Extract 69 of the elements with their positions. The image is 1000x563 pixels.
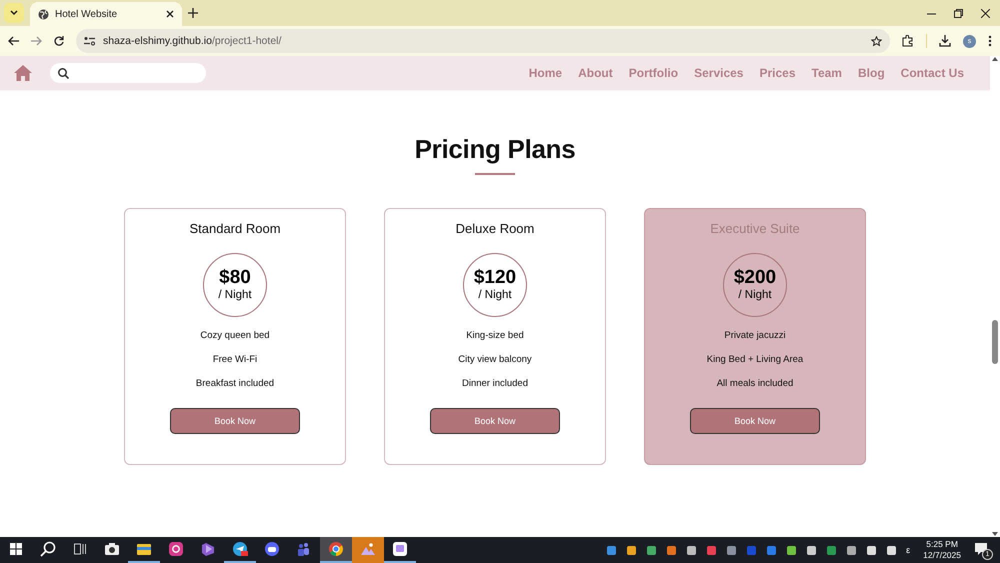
section-title: Pricing Plans (414, 134, 576, 165)
feature-text: Dinner included (462, 377, 528, 391)
camera-icon (104, 541, 120, 557)
search-icon[interactable] (58, 68, 69, 78)
book-now-button[interactable]: Book Now (170, 408, 300, 434)
windows-start-icon[interactable] (10, 543, 22, 555)
book-now-button[interactable]: Book Now (690, 408, 820, 434)
search-field[interactable] (50, 63, 206, 83)
clock-date: 12/7/2025 (923, 550, 961, 561)
star-icon[interactable] (871, 36, 882, 46)
feature-text: Cozy queen bed (200, 329, 270, 343)
tab-search-button[interactable] (4, 3, 24, 23)
folder-icon (136, 541, 152, 557)
clock-time: 5:25 PM (926, 539, 958, 550)
tab-title: Hotel Website (55, 8, 118, 20)
browser-tab[interactable]: Hotel Website (30, 2, 182, 26)
site-settings-icon[interactable] (84, 36, 95, 46)
chevron-down-icon (10, 10, 18, 16)
nav-link[interactable]: About (578, 66, 613, 80)
scrollbar-thumb[interactable] (992, 320, 998, 364)
feature-text: King-size bed (466, 329, 524, 343)
plan-name: Standard Room (189, 221, 281, 236)
mountain-icon (360, 541, 376, 557)
price: $80 (219, 268, 251, 288)
nav-link[interactable]: Home (528, 66, 562, 80)
book-now-button[interactable]: Book Now (430, 408, 560, 434)
price-period: / Night (218, 288, 252, 302)
nav-link[interactable]: Team (812, 66, 842, 80)
feature-text: All meals included (716, 377, 794, 391)
search-icon[interactable] (40, 541, 56, 557)
ribbon-icon (200, 541, 216, 557)
nav-link[interactable]: Prices (759, 66, 796, 80)
close-icon[interactable] (166, 10, 174, 18)
restore-icon[interactable] (954, 8, 963, 18)
back-arrow-icon[interactable] (8, 36, 19, 46)
forward-arrow-icon[interactable] (31, 36, 42, 46)
feature-text: King Bed + Living Area (706, 353, 804, 367)
plan-name: Executive Suite (710, 221, 800, 236)
address-bar[interactable]: shaza-elshimy.github.io/project1-hotel/ (76, 29, 890, 53)
price: $120 (474, 268, 516, 288)
nav-link[interactable]: Services (694, 66, 744, 80)
nav-link[interactable]: Portfolio (628, 66, 678, 80)
url-text: shaza-elshimy.github.io/project1-hotel/ (103, 35, 282, 47)
language-indicator[interactable]: ε (906, 545, 910, 555)
price-period: / Night (738, 288, 772, 302)
feature-text: City view balcony (458, 353, 532, 367)
plan-name: Deluxe Room (456, 221, 534, 236)
globe-icon (38, 8, 49, 20)
feature-text: Private jacuzzi (724, 329, 786, 343)
notification-icon[interactable] (974, 542, 988, 556)
feature-text: Free Wi-Fi (212, 353, 258, 367)
clock[interactable]: 5:25 PM 12/7/2025 (923, 539, 961, 561)
task-view-icon[interactable] (74, 543, 86, 555)
paper-plane-icon (232, 541, 248, 557)
home-icon[interactable] (14, 65, 32, 81)
nav-link[interactable]: Blog (858, 66, 885, 80)
plus-icon[interactable] (188, 8, 198, 18)
price-period: / Night (478, 288, 512, 302)
feature-text: Breakfast included (196, 377, 274, 391)
nav-link[interactable]: Contact Us (900, 66, 964, 80)
menu-icon[interactable] (988, 35, 992, 47)
close-icon[interactable] (981, 8, 990, 18)
price: $200 (734, 268, 776, 288)
camera-app-icon (168, 541, 184, 557)
taskbar-app-button[interactable] (320, 537, 352, 563)
photos-icon (392, 541, 408, 557)
download-icon[interactable] (939, 35, 951, 47)
reload-icon[interactable] (54, 36, 64, 46)
puzzle-icon[interactable] (902, 35, 914, 47)
